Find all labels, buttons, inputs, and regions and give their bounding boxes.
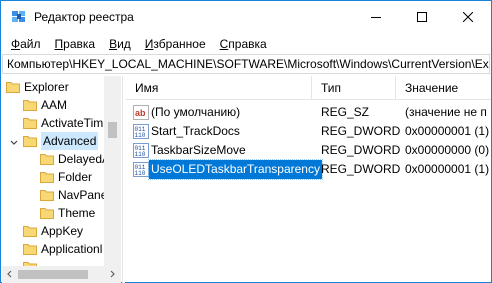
chevron-left-icon — [7, 270, 12, 278]
folder-icon — [23, 224, 37, 237]
tree-item-label: DelayedA — [58, 152, 111, 166]
value-type: REG_DWORD — [321, 124, 401, 138]
menu-favorites[interactable]: Избранное — [145, 34, 206, 54]
values-list: Имя Тип Значение ab (По умолчанию) REG_SZ (… — [126, 76, 491, 283]
tree-item-label: AAM — [41, 98, 68, 112]
value-data: 0x00000001 (1) — [405, 124, 490, 138]
value-type: REG_DWORD — [321, 143, 401, 157]
scroll-right-button[interactable] — [104, 266, 120, 282]
tree-item-label: Applicationl — [41, 242, 103, 256]
folder-icon — [23, 98, 37, 111]
list-header: Имя Тип Значение — [126, 76, 491, 100]
value-name: (По умолчанию) — [151, 105, 241, 119]
list-item[interactable]: 011 110 Start_TrackDocs REG_DWORD 0x00000001… — [126, 122, 491, 141]
tree-item-label: Folder — [58, 170, 93, 184]
tree-item-label: Advanced — [41, 132, 99, 150]
folder-icon — [40, 152, 54, 165]
menu-view[interactable]: Вид — [109, 34, 131, 54]
maximize-button[interactable] — [399, 1, 445, 33]
dword-value-icon: 011 110 — [133, 124, 149, 139]
tree-item-label: Theme — [58, 206, 96, 220]
tree-item-label: NavPane — [58, 188, 108, 202]
minimize-icon — [371, 17, 381, 18]
value-data: 0x00000000 (0) — [405, 143, 490, 157]
title-bar[interactable]: Редактор реестра — [1, 1, 491, 33]
tree-horizontal-scrollbar[interactable] — [2, 266, 121, 283]
string-value-icon: ab — [133, 105, 149, 120]
value-name: TaskbarSizeMove — [151, 143, 246, 157]
scrollbar-thumb[interactable] — [18, 270, 88, 279]
menu-bar: Файл Правка Вид Избранное Справка — [1, 34, 491, 54]
chevron-right-icon — [110, 270, 115, 278]
svg-text:110: 110 — [135, 170, 146, 177]
registry-editor-icon — [12, 11, 25, 22]
regedit-window: Редактор реестра Файл Правка Вид Избранн… — [0, 0, 492, 283]
value-type: REG_SZ — [321, 105, 370, 119]
tree-item-label: ActivateTim — [41, 116, 104, 130]
dword-value-icon: 011 110 — [133, 162, 149, 177]
folder-icon — [6, 80, 20, 93]
svg-text:ab: ab — [135, 108, 146, 118]
value-type: REG_DWORD — [321, 162, 401, 176]
menu-edit[interactable]: Правка — [55, 34, 96, 54]
value-data: (значение не п — [405, 105, 487, 119]
scroll-left-button[interactable] — [2, 266, 18, 282]
column-header-type[interactable]: Тип — [312, 76, 396, 100]
folder-icon — [23, 134, 37, 147]
folder-icon — [40, 170, 54, 183]
tree-vertical-scrollbar[interactable] — [104, 76, 121, 266]
scrollbar-thumb[interactable] — [108, 122, 117, 138]
folder-icon — [40, 206, 54, 219]
list-item[interactable]: ab (По умолчанию) REG_SZ (значение не п — [126, 103, 491, 122]
maximize-icon — [417, 12, 427, 22]
list-item[interactable]: 011 110 TaskbarSizeMove REG_DWORD 0x00000000… — [126, 141, 491, 160]
minimize-button[interactable] — [353, 1, 399, 33]
value-name: Start_TrackDocs — [151, 124, 240, 138]
svg-text:110: 110 — [135, 151, 146, 158]
menu-file[interactable]: Файл — [11, 34, 41, 54]
value-name: UseOLEDTaskbarTransparency — [148, 159, 323, 180]
list-item[interactable]: 011 110 UseOLEDTaskbarTransparency REG_DWOR… — [126, 159, 491, 180]
close-icon — [463, 12, 473, 22]
value-data: 0x00000001 (1) — [405, 162, 490, 176]
column-header-name[interactable]: Имя — [126, 76, 312, 100]
expand-chevron-icon[interactable] — [9, 135, 19, 145]
column-header-data[interactable]: Значение — [396, 76, 491, 100]
window-title: Редактор реестра — [34, 10, 134, 24]
folder-icon — [40, 188, 54, 201]
address-bar[interactable]: Компьютер\HKEY_LOCAL_MACHINE\SOFTWARE\Mi… — [2, 54, 490, 74]
tree-item-label: AppKey — [41, 224, 84, 238]
pane-splitter[interactable] — [122, 76, 125, 283]
folder-icon — [23, 116, 37, 129]
folder-icon — [23, 242, 37, 255]
menu-help[interactable]: Справка — [220, 34, 267, 54]
tree-item-label: Explorer — [24, 80, 69, 94]
svg-text:110: 110 — [135, 132, 146, 139]
dword-value-icon: 011 110 — [133, 143, 149, 158]
close-button[interactable] — [445, 1, 491, 33]
